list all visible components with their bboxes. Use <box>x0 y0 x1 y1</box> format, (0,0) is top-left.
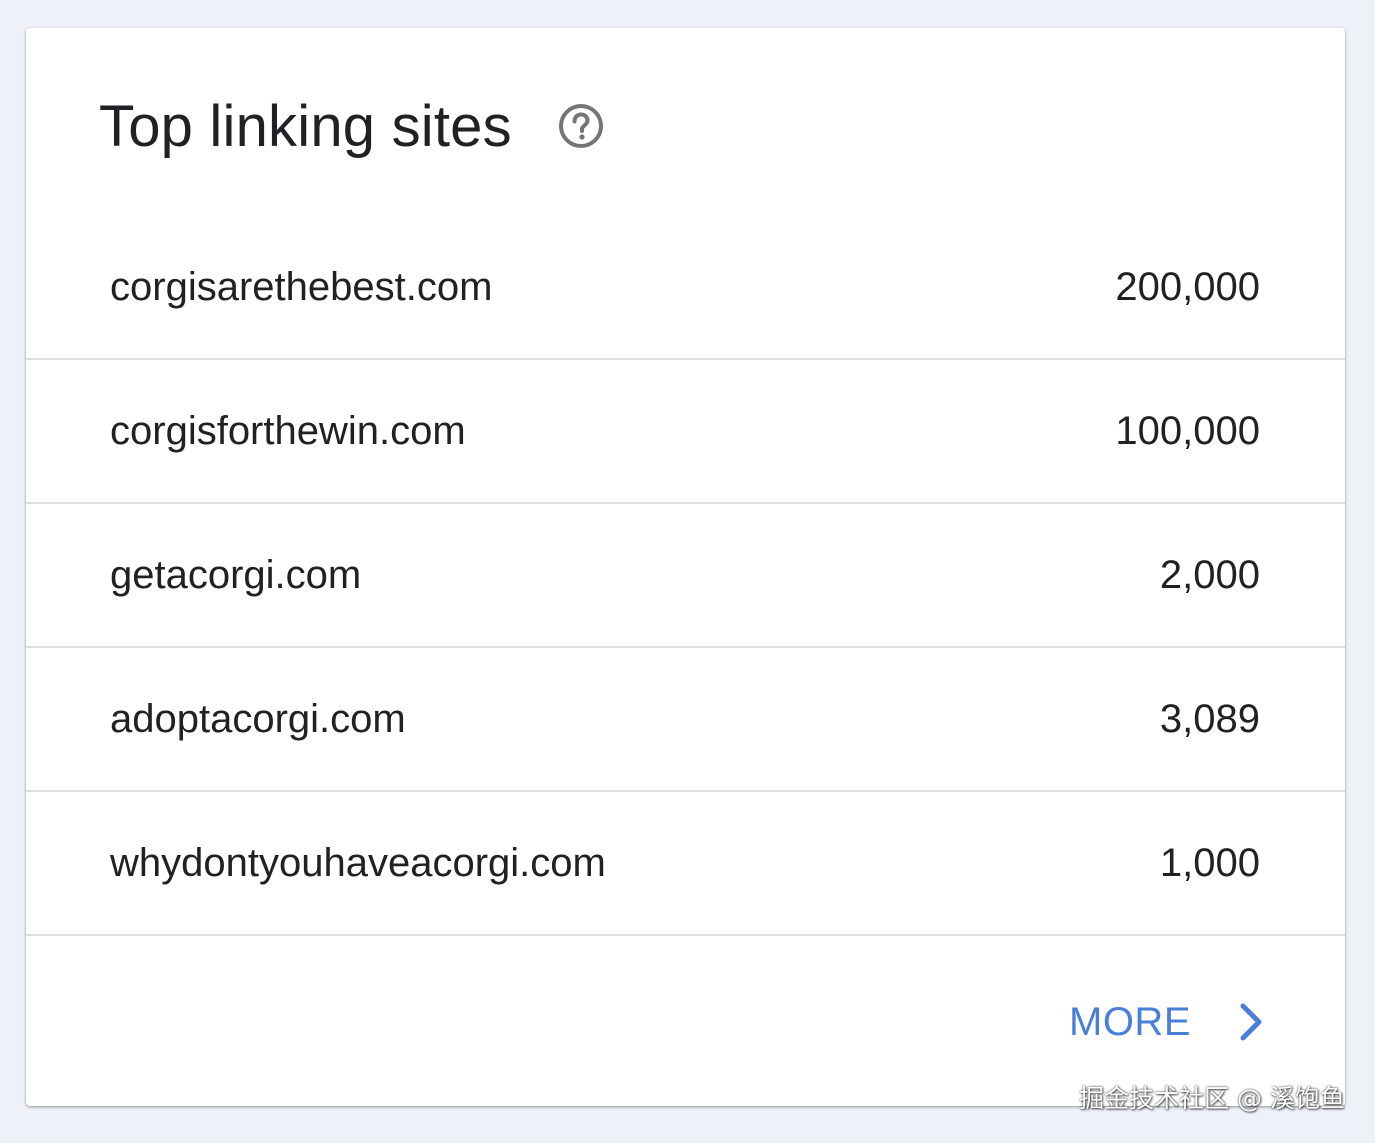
link-count: 2,000 <box>1159 552 1260 597</box>
card-header: Top linking sites <box>99 88 604 164</box>
watermark-text: 掘金技术社区 @ 溪饱鱼 <box>1079 1084 1345 1113</box>
site-domain: whydontyouhaveacorgi.com <box>110 840 606 885</box>
link-count: 1,000 <box>1159 840 1260 885</box>
card-title: Top linking sites <box>99 93 512 159</box>
site-domain: getacorgi.com <box>110 552 362 597</box>
list-item[interactable]: whydontyouhaveacorgi.com 1,000 <box>26 792 1345 936</box>
list-item[interactable]: corgisarethebest.com 200,000 <box>26 216 1345 360</box>
linking-sites-list: corgisarethebest.com 200,000 corgisforth… <box>26 216 1345 936</box>
list-item[interactable]: getacorgi.com 2,000 <box>26 504 1345 648</box>
link-count: 3,089 <box>1159 696 1260 741</box>
chevron-right-icon <box>1237 1002 1267 1042</box>
link-count: 200,000 <box>1115 264 1260 309</box>
list-item[interactable]: corgisforthewin.com 100,000 <box>26 360 1345 504</box>
more-label: MORE <box>1069 999 1191 1044</box>
site-domain: adoptacorgi.com <box>110 696 406 741</box>
more-button[interactable]: MORE <box>1069 996 1267 1048</box>
list-item[interactable]: adoptacorgi.com 3,089 <box>26 648 1345 792</box>
site-domain: corgisarethebest.com <box>110 264 493 309</box>
link-count: 100,000 <box>1115 408 1260 453</box>
site-domain: corgisforthewin.com <box>110 408 466 453</box>
help-circle-icon[interactable] <box>558 103 604 149</box>
top-linking-sites-card: Top linking sites corgisarethebest.com 2… <box>26 28 1345 1106</box>
